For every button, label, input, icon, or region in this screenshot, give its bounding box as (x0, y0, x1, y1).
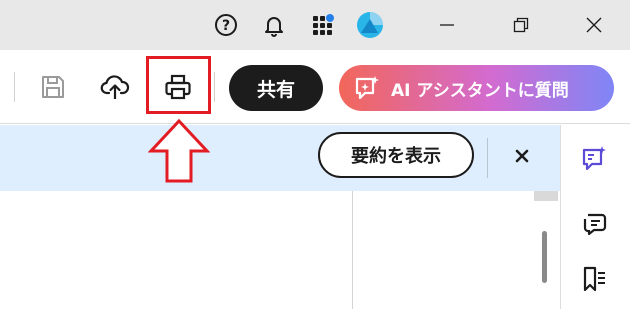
annotation-arrow-icon (148, 118, 210, 183)
window-close-button[interactable] (571, 6, 617, 44)
restore-icon (513, 17, 529, 33)
bookmark-list-icon[interactable] (577, 262, 611, 296)
cloud-upload-icon (100, 75, 130, 99)
save-button[interactable] (33, 67, 73, 107)
banner-divider (487, 138, 488, 178)
minimize-icon (440, 24, 454, 26)
help-icon[interactable]: ? (211, 10, 241, 40)
share-button[interactable]: 共有 (229, 65, 323, 111)
minimize-button[interactable] (424, 6, 470, 44)
ai-assistant-icon (355, 76, 379, 100)
print-highlight-box (146, 56, 211, 114)
toolbar-divider (14, 72, 15, 102)
banner-close-button[interactable] (508, 142, 536, 170)
scrollbar-thumb[interactable] (542, 231, 547, 283)
show-summary-button[interactable]: 要約を表示 (318, 132, 474, 178)
save-icon (42, 76, 64, 98)
document-background (354, 191, 560, 309)
scrollbar-top (534, 191, 558, 201)
document-page[interactable] (0, 191, 353, 309)
svg-text:?: ? (222, 18, 230, 34)
upload-button[interactable] (95, 67, 135, 107)
apps-icon[interactable] (308, 10, 338, 40)
toolbar-divider (214, 72, 215, 102)
ai-assistant-button[interactable]: AI アシスタントに質問 (339, 65, 614, 111)
close-icon (515, 149, 529, 163)
summary-banner (0, 125, 560, 191)
restore-button[interactable] (498, 6, 544, 44)
ai-sparkle-icon[interactable] (577, 141, 611, 175)
close-icon (586, 17, 602, 33)
ai-assistant-label: AI アシスタントに質問 (391, 80, 569, 101)
comment-icon[interactable] (577, 205, 611, 239)
bell-icon[interactable] (259, 10, 289, 40)
account-avatar[interactable] (355, 10, 385, 40)
